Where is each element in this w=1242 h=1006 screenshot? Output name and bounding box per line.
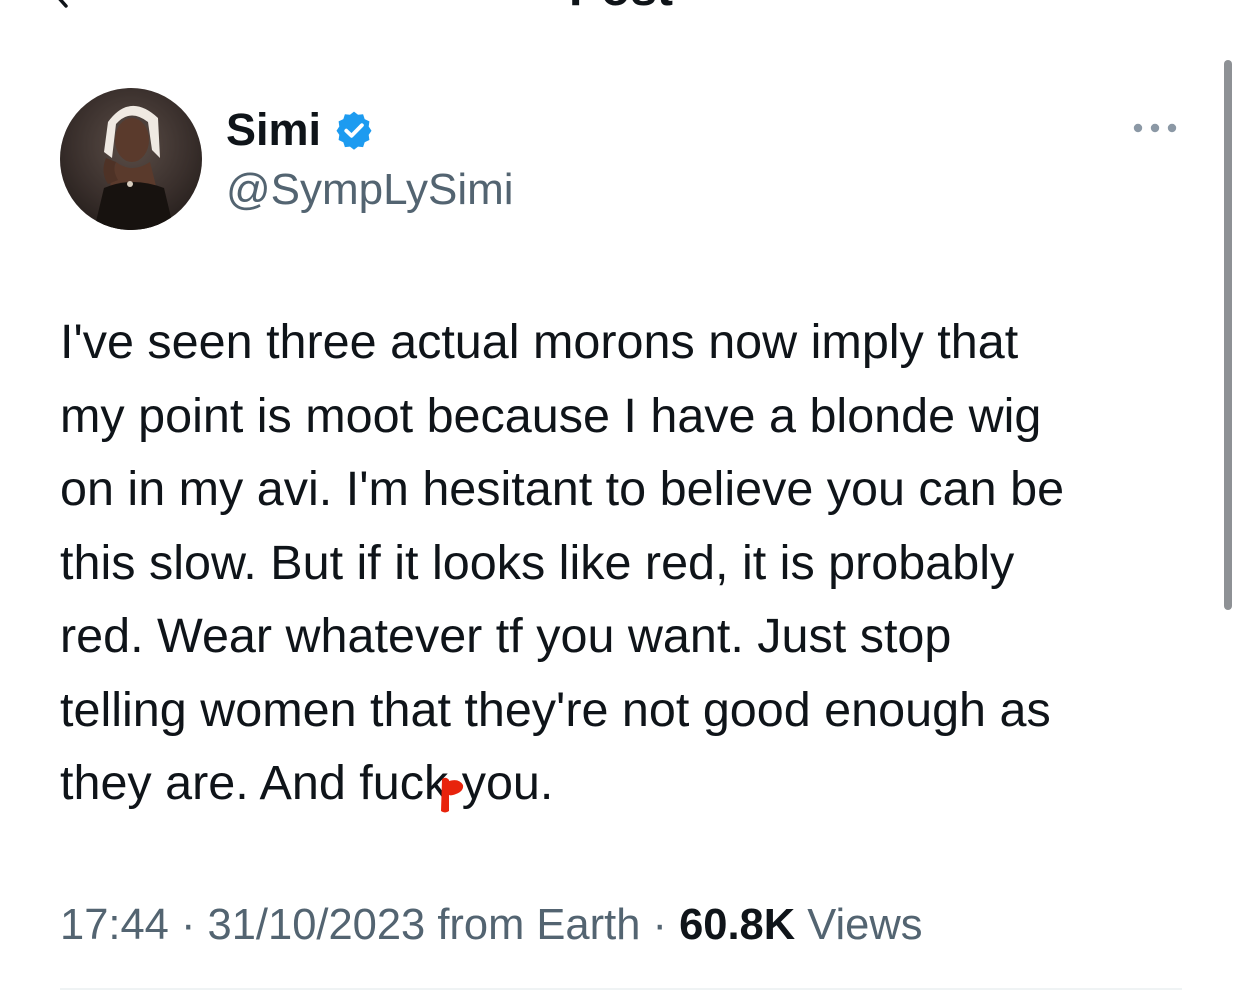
profile-photo: [60, 88, 202, 230]
views-label[interactable]: Views: [795, 901, 922, 949]
views-count[interactable]: 60.8K: [679, 901, 795, 949]
tweet-metadata: 17:44 · 31/10/2023 from Earth · 60.8K Vi…: [60, 898, 923, 952]
tweet-time[interactable]: 17:44: [60, 901, 169, 949]
tweet-text-line: I've seen three actual morons now imply …: [60, 315, 1019, 369]
meta-separator: ·: [640, 901, 680, 949]
top-navigation-bar: Post: [0, 0, 1242, 20]
meta-separator: ·: [168, 901, 208, 949]
tweet-date[interactable]: 31/10/2023: [208, 901, 426, 949]
author-name-row[interactable]: Simi: [226, 103, 375, 157]
display-name[interactable]: Simi: [226, 103, 321, 157]
more-horizontal-icon[interactable]: [1130, 118, 1180, 138]
tweet-location: from Earth: [425, 901, 641, 949]
tweet-text-line: telling women that they're not good enou…: [60, 682, 1051, 737]
tweet-text-line: my point is moot because I have a blonde…: [60, 388, 1042, 443]
verified-badge-icon[interactable]: [333, 109, 375, 151]
page-title: Post: [0, 0, 1242, 14]
tweet-text-line: on in my avi. I'm hesitant to believe yo…: [60, 462, 1065, 516]
censor-mark: [441, 777, 464, 813]
author-handle[interactable]: @SympLySimi: [226, 163, 514, 217]
avatar[interactable]: [60, 88, 202, 230]
tweet-text-line: they are. And fuck you.: [60, 756, 554, 810]
tweet-text-line: red. Wear whatever tf you want. Just sto…: [60, 609, 952, 663]
tweet-text-line: this slow. But if it looks like red, it …: [60, 535, 1015, 590]
divider: [60, 988, 1182, 990]
scrollbar[interactable]: [1224, 60, 1232, 610]
tweet-text: I've seen three actual morons now imply …: [60, 306, 1210, 821]
